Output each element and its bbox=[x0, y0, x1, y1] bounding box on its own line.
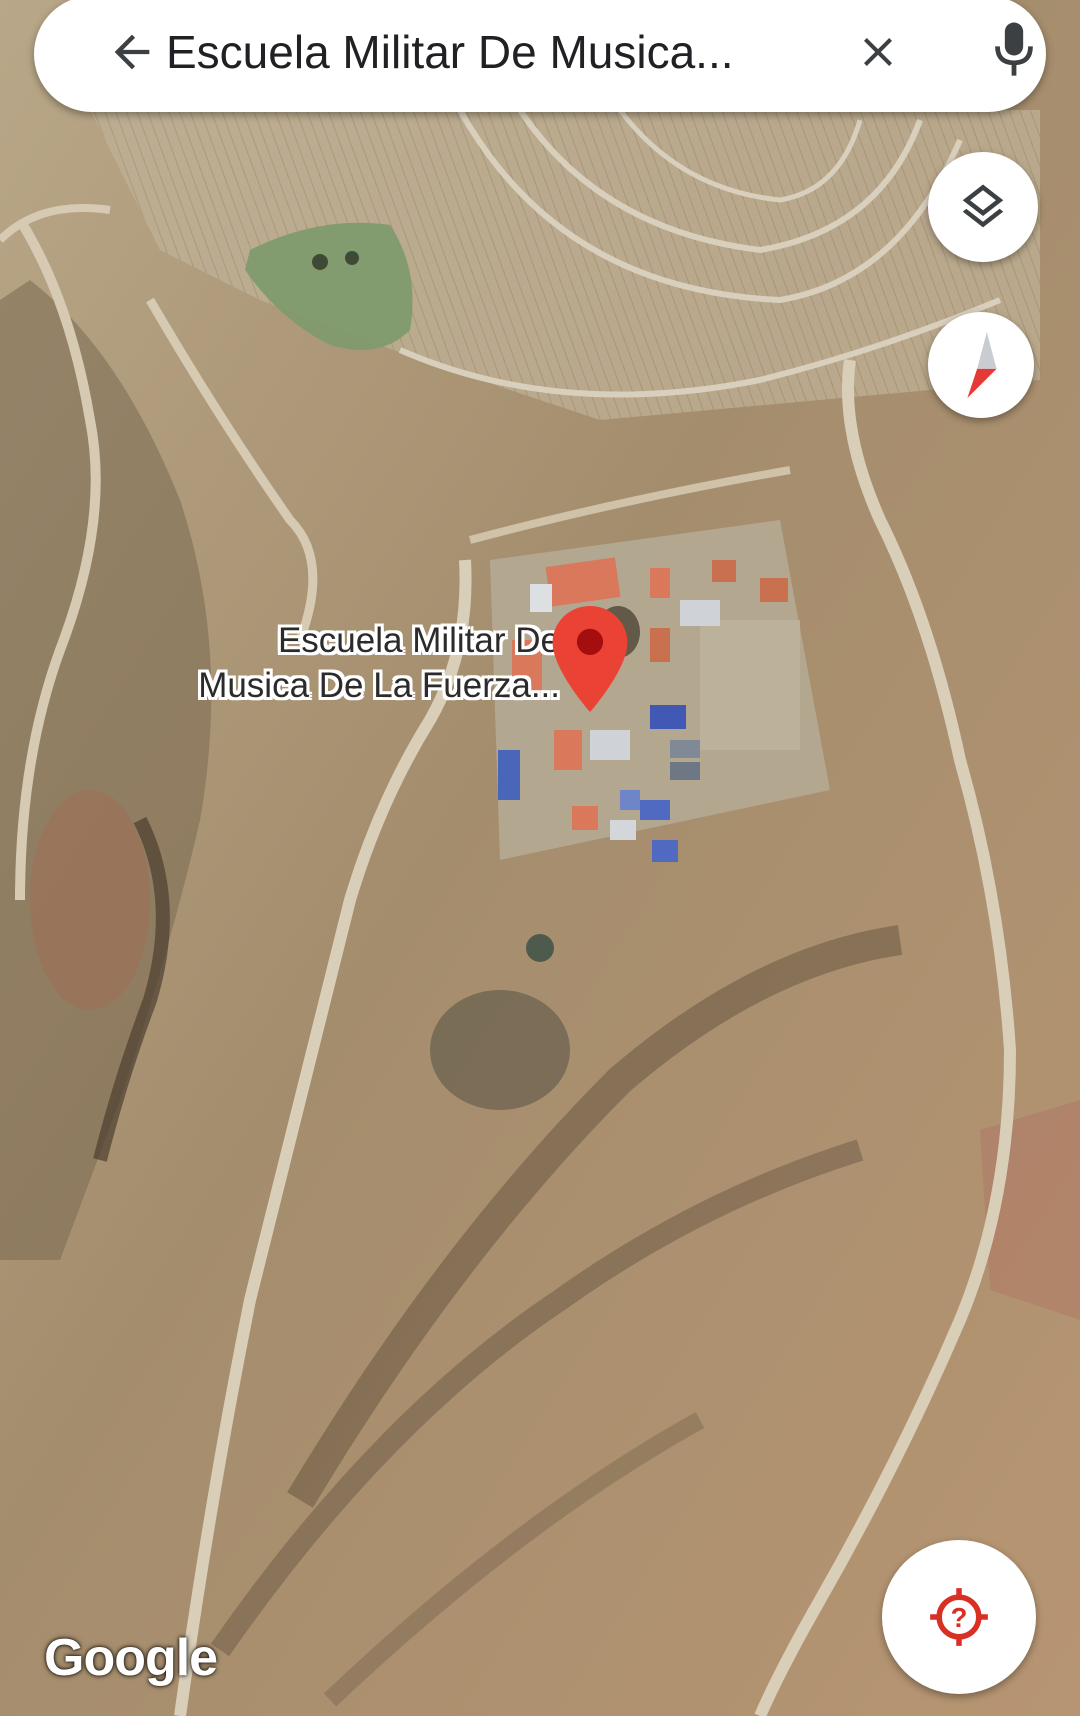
layers-button[interactable] bbox=[928, 152, 1038, 262]
google-logo: Google bbox=[44, 1629, 218, 1687]
my-location-button[interactable]: ? bbox=[882, 1540, 1036, 1694]
place-label-line2: Musica De La Fuerza... bbox=[198, 666, 560, 705]
microphone-icon bbox=[995, 22, 1033, 76]
close-icon bbox=[864, 38, 892, 66]
search-bar[interactable]: Escuela Militar De Musica... bbox=[34, 0, 1046, 112]
voice-search-button[interactable] bbox=[978, 10, 1050, 90]
compass-icon bbox=[967, 331, 997, 399]
place-label-line1: Escuela Militar De bbox=[277, 621, 560, 660]
back-button[interactable] bbox=[96, 16, 168, 88]
compass-button[interactable] bbox=[928, 312, 1034, 418]
layers-icon bbox=[962, 184, 1004, 228]
arrow-back-icon bbox=[114, 34, 150, 70]
svg-text:?: ? bbox=[951, 1602, 968, 1633]
search-query-text[interactable]: Escuela Militar De Musica... bbox=[166, 18, 806, 86]
location-pin-icon[interactable] bbox=[552, 606, 628, 712]
satellite-map[interactable]: Escuela Militar De Musica... Escuela Mil… bbox=[0, 0, 1080, 1716]
location-unknown-icon: ? bbox=[930, 1588, 988, 1646]
place-label[interactable]: Escuela Militar De Musica De La Fuerza..… bbox=[160, 618, 560, 708]
clear-search-button[interactable] bbox=[842, 16, 914, 88]
satellite-imagery bbox=[0, 0, 1080, 1716]
